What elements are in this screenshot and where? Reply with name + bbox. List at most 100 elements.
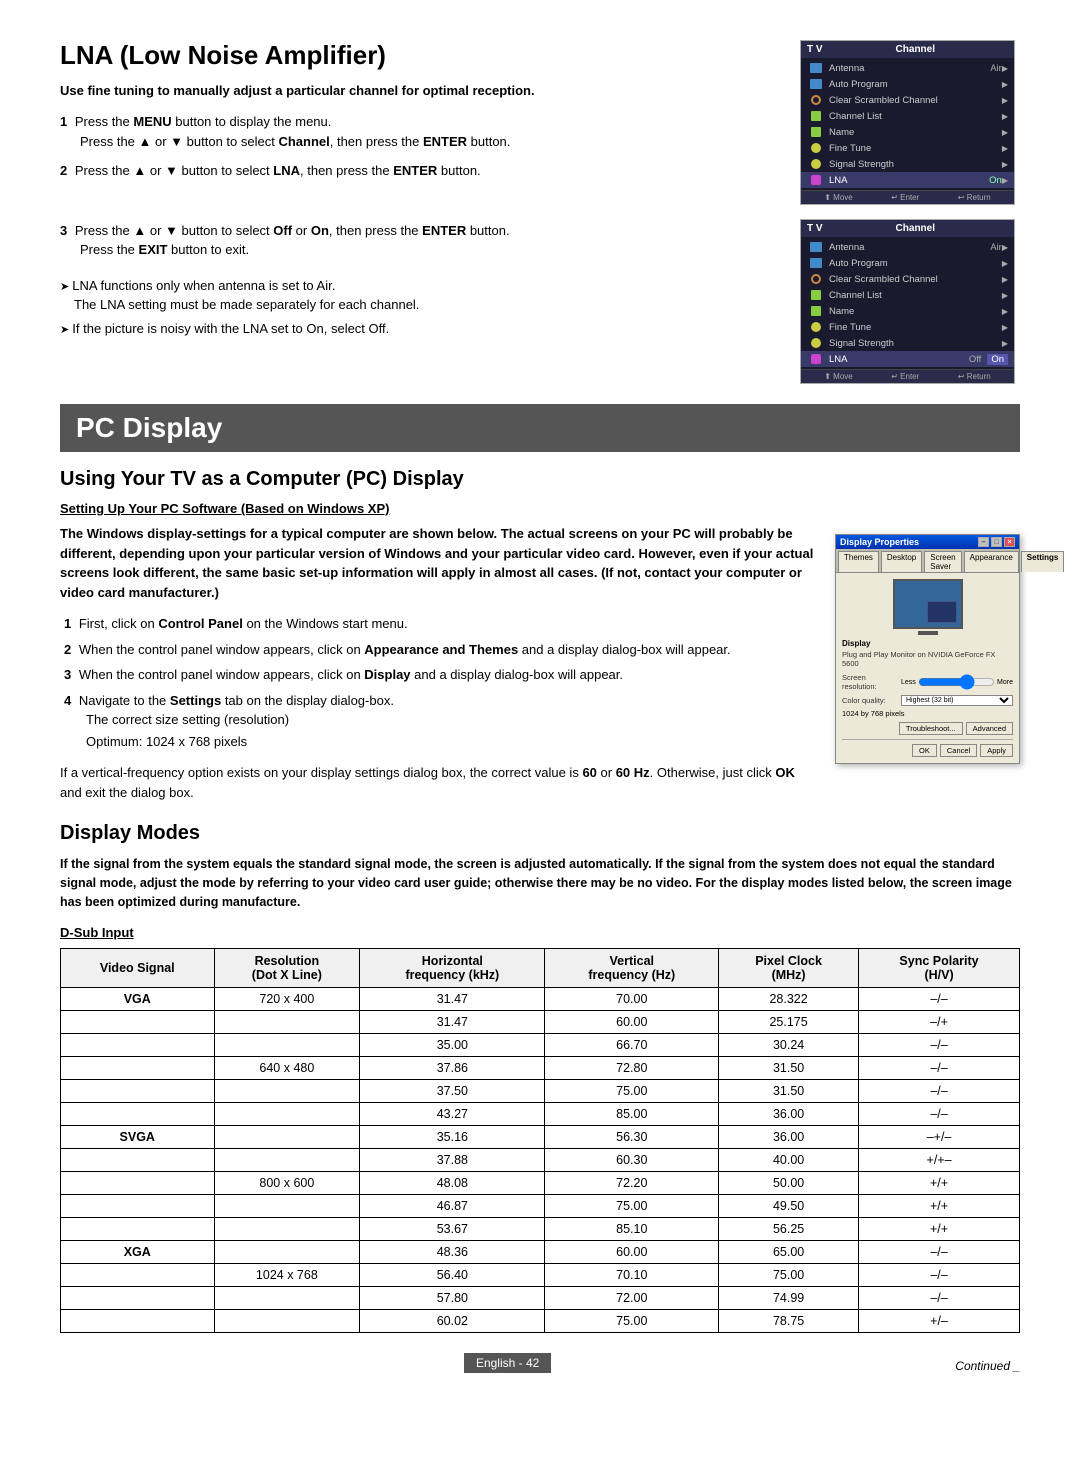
td-resolution	[214, 1218, 360, 1241]
tab-desktop[interactable]: Desktop	[881, 551, 922, 572]
table-row: 35.0066.7030.24–/–	[61, 1034, 1020, 1057]
maximize-button[interactable]: □	[991, 537, 1002, 547]
table-row: SVGA35.1656.3036.00–+/–	[61, 1126, 1020, 1149]
td-sync: –/–	[859, 988, 1020, 1011]
ch-icon	[807, 304, 825, 318]
step-num: 2	[60, 163, 67, 178]
tv-screen-2-header: T V Channel	[801, 220, 1014, 237]
monitor-area	[842, 579, 1013, 635]
table-row: 60.0275.0078.75+/–	[61, 1310, 1020, 1333]
pc-intro: The Windows display-settings for a typic…	[60, 524, 815, 602]
table-row: 43.2785.0036.00–/–	[61, 1103, 1020, 1126]
ch-icon	[807, 109, 825, 123]
td-h_freq: 31.47	[360, 988, 545, 1011]
td-resolution: 720 x 400	[214, 988, 360, 1011]
table-row: XGA48.3660.0065.00–/–	[61, 1241, 1020, 1264]
resolution-slider[interactable]	[918, 672, 995, 692]
color-select[interactable]: Highest (32 bit)	[901, 695, 1013, 706]
td-v_freq: 60.30	[545, 1149, 719, 1172]
tab-settings[interactable]: Settings	[1021, 551, 1065, 572]
ch-icon	[807, 125, 825, 139]
td-h_freq: 56.40	[360, 1264, 545, 1287]
td-signal	[61, 1195, 215, 1218]
tv-row: Name▶	[801, 303, 1014, 319]
close-button[interactable]: ×	[1004, 537, 1015, 547]
td-resolution	[214, 1034, 360, 1057]
td-resolution	[214, 1241, 360, 1264]
tv-screens: T V Channel AntennaAir▶ Auto Program▶ Cl…	[800, 40, 1020, 384]
td-resolution	[214, 1126, 360, 1149]
th-pixel-clock: Pixel Clock(MHz)	[719, 949, 859, 988]
table-row: 640 x 48037.8672.8031.50–/–	[61, 1057, 1020, 1080]
display-modes-intro: If the signal from the system equals the…	[60, 855, 1020, 911]
tv-row: AntennaAir▶	[801, 239, 1014, 255]
winxp-tabs: Themes Desktop Screen Saver Appearance S…	[836, 549, 1019, 573]
tv-row: Name▶	[801, 124, 1014, 140]
table-row: VGA720 x 40031.4770.0028.322–/–	[61, 988, 1020, 1011]
td-pixel: 36.00	[719, 1103, 859, 1126]
apply-button[interactable]: Apply	[980, 744, 1013, 757]
td-pixel: 36.00	[719, 1126, 859, 1149]
lna-step-1: 1 Press the MENU button to display the m…	[60, 112, 780, 151]
td-resolution: 640 x 480	[214, 1057, 360, 1080]
td-resolution	[214, 1195, 360, 1218]
pc-layout: The Windows display-settings for a typic…	[60, 524, 1020, 802]
td-signal: VGA	[61, 988, 215, 1011]
lna-notes: LNA functions only when antenna is set t…	[60, 276, 780, 339]
minimize-button[interactable]: –	[978, 537, 989, 547]
td-signal	[61, 1034, 215, 1057]
tab-screensaver[interactable]: Screen Saver	[924, 551, 961, 572]
td-v_freq: 70.00	[545, 988, 719, 1011]
td-resolution	[214, 1080, 360, 1103]
td-h_freq: 48.36	[360, 1241, 545, 1264]
td-h_freq: 35.16	[360, 1126, 545, 1149]
tv-screen-2-menu: AntennaAir▶ Auto Program▶ Clear Scramble…	[801, 237, 1014, 369]
td-h_freq: 57.80	[360, 1287, 545, 1310]
td-sync: +/+	[859, 1218, 1020, 1241]
td-signal	[61, 1218, 215, 1241]
td-h_freq: 60.02	[360, 1310, 545, 1333]
td-v_freq: 72.80	[545, 1057, 719, 1080]
td-resolution	[214, 1103, 360, 1126]
ok-button[interactable]: OK	[912, 744, 937, 757]
th-resolution: Resolution(Dot X Line)	[214, 949, 360, 988]
dialog-title: Display Properties	[840, 537, 919, 547]
tab-appearance[interactable]: Appearance	[964, 551, 1019, 572]
lna-note-2: If the picture is noisy with the LNA set…	[60, 319, 780, 339]
td-signal	[61, 1264, 215, 1287]
troubleshoot-button[interactable]: Troubleshoot...	[899, 722, 963, 735]
tab-themes[interactable]: Themes	[838, 551, 879, 572]
tv-row: Clear Scrambled Channel▶	[801, 92, 1014, 108]
cancel-button[interactable]: Cancel	[940, 744, 977, 757]
lna-note-1: LNA functions only when antenna is set t…	[60, 276, 780, 315]
tv-label: T V	[807, 223, 823, 234]
monitor-stand	[918, 631, 938, 635]
td-v_freq: 85.00	[545, 1103, 719, 1126]
pc-steps-content: The Windows display-settings for a typic…	[60, 524, 815, 802]
td-pixel: 74.99	[719, 1287, 859, 1310]
tv-label: T V	[807, 44, 823, 55]
channel-label: Channel	[896, 44, 935, 55]
td-v_freq: 72.20	[545, 1172, 719, 1195]
winxp-dialog: Display Properties – □ × Themes Desktop …	[835, 534, 1020, 764]
input-icon	[807, 173, 825, 187]
tv-row: Channel List▶	[801, 108, 1014, 124]
bottom-buttons: OK Cancel Apply	[842, 744, 1013, 757]
pc-step-4: 4 Navigate to the Settings tab on the di…	[60, 691, 815, 752]
input-icon	[807, 352, 825, 366]
pic-icon	[807, 256, 825, 270]
td-h_freq: 37.50	[360, 1080, 545, 1103]
step-indent: Press the ▲ or ▼ button to select Channe…	[60, 132, 780, 152]
td-pixel: 56.25	[719, 1218, 859, 1241]
td-sync: –/–	[859, 1264, 1020, 1287]
td-signal	[61, 1172, 215, 1195]
sound-icon	[807, 93, 825, 107]
advanced-button[interactable]: Advanced	[966, 722, 1013, 735]
td-signal	[61, 1149, 215, 1172]
td-sync: –/–	[859, 1080, 1020, 1103]
td-h_freq: 46.87	[360, 1195, 545, 1218]
table-row: 53.6785.1056.25+/+	[61, 1218, 1020, 1241]
td-h_freq: 37.86	[360, 1057, 545, 1080]
td-v_freq: 66.70	[545, 1034, 719, 1057]
td-pixel: 40.00	[719, 1149, 859, 1172]
